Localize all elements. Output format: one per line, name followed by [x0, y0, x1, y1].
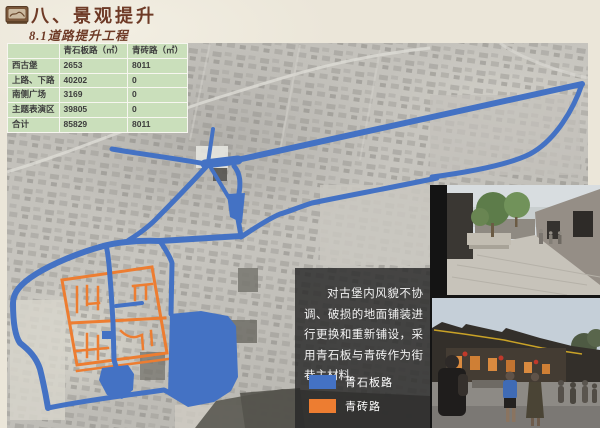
table-header-cell: 青砖路（㎡） [128, 44, 188, 59]
value-cell: 0 [128, 73, 188, 88]
value-cell: 0 [128, 103, 188, 118]
note-text: 对古堡内风貌不协调、破损的地面铺装进行更换和重新铺设，采用青石板与青砖作为街巷主… [304, 284, 423, 387]
value-cell: 3169 [59, 88, 128, 103]
table-row: 上路、下路402020 [8, 73, 188, 88]
page-subtitle: 8.1道路提升工程 [29, 25, 129, 44]
table-header-cell: 青石板路（㎡） [59, 44, 128, 59]
row-label-cell: 上路、下路 [8, 73, 60, 88]
legend-swatch [309, 399, 336, 413]
value-cell: 8011 [128, 117, 188, 132]
legend-label: 青砖路 [345, 398, 381, 414]
value-cell: 85829 [59, 117, 128, 132]
table-header-cell [8, 44, 60, 59]
row-label-cell: 南侧广场 [8, 88, 60, 103]
header: 八、景观提升 8.1道路提升工程 [0, 0, 600, 43]
photo-evening-street-image [432, 298, 600, 428]
value-cell: 39805 [59, 103, 128, 118]
photo-daytime-street [447, 185, 600, 295]
legend-item: 青砖路 [309, 398, 426, 414]
photo-daytime-street-image [447, 185, 600, 295]
value-cell: 40202 [59, 73, 128, 88]
area-table: 青石板路（㎡）青砖路（㎡） 西古堡26538011上路、下路402020南侧广场… [7, 43, 188, 133]
table-row: 主题表演区398050 [8, 103, 188, 118]
table-header-row: 青石板路（㎡）青砖路（㎡） [8, 44, 188, 59]
row-label-cell: 主题表演区 [8, 103, 60, 118]
row-label-cell: 西古堡 [8, 58, 60, 73]
legend-item: 青石板路 [309, 374, 426, 390]
value-cell: 2653 [59, 58, 128, 73]
legend-swatch [309, 375, 336, 389]
table-row: 合计858298011 [8, 117, 188, 132]
photo-panel [430, 185, 600, 428]
value-cell: 0 [128, 88, 188, 103]
photo-evening-street [432, 298, 600, 428]
row-label-cell: 合计 [8, 117, 60, 132]
legend-label: 青石板路 [345, 374, 393, 390]
map-legend: 青石板路青砖路 [309, 374, 426, 422]
slide: 八、景观提升 8.1道路提升工程 [0, 0, 600, 428]
table-row: 西古堡26538011 [8, 58, 188, 73]
table-row: 南侧广场31690 [8, 88, 188, 103]
note-box: 对古堡内风貌不协调、破损的地面铺装进行更换和重新铺设，采用青石板与青砖作为街巷主… [295, 268, 432, 428]
inkstone-icon [5, 4, 29, 26]
value-cell: 8011 [128, 58, 188, 73]
